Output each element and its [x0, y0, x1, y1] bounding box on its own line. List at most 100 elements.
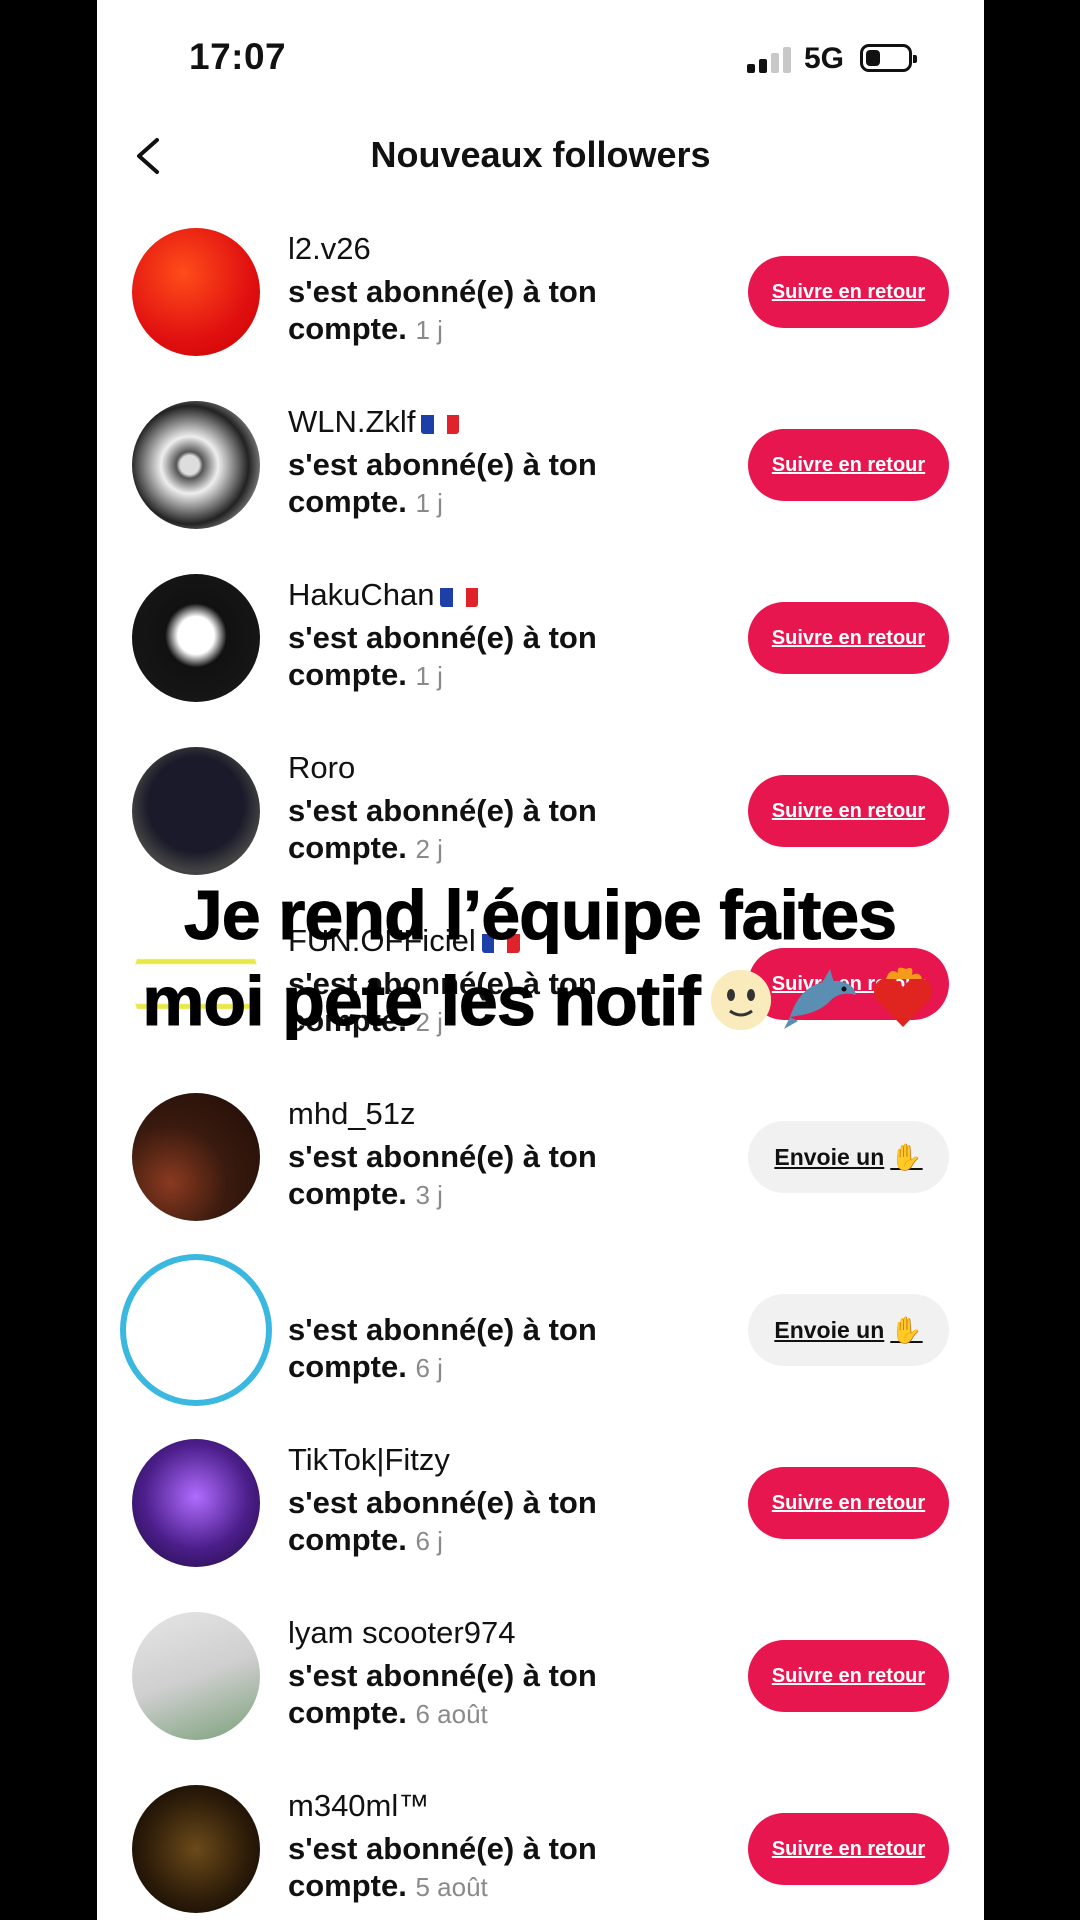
- follower-info: FUN.OFFiciel s'est abonné(e) à ton compte…: [288, 920, 658, 1041]
- avatar[interactable]: [132, 1439, 260, 1567]
- follow-back-button[interactable]: Suivre en retour: [748, 1467, 949, 1539]
- username[interactable]: TikTok|Fitzy: [288, 1439, 658, 1481]
- follower-info: mhd_51z s'est abonné(e) à ton compte. 3 j: [288, 1093, 658, 1214]
- france-flag-icon: [481, 928, 520, 953]
- timestamp: 1 j: [415, 315, 443, 345]
- follow-description: s'est abonné(e) à ton compte. 6 j: [288, 1484, 658, 1560]
- follow-description: s'est abonné(e) à ton compte. 1 j: [288, 446, 658, 522]
- follower-info: s'est abonné(e) à ton compte. 6 j: [288, 1266, 658, 1387]
- page-title: Nouveaux followers: [370, 134, 711, 175]
- follow-back-button[interactable]: Suivre en retour: [748, 948, 949, 1020]
- follower-info: l2.v26 s'est abonné(e) à ton compte. 1 j: [288, 228, 658, 349]
- follower-row[interactable]: TikTok|Fitzy s'est abonné(e) à ton compte…: [97, 1439, 984, 1612]
- follower-info: lyam scooter974 s'est abonné(e) à ton com…: [288, 1612, 658, 1733]
- follow-description: s'est abonné(e) à ton compte. 2 j: [288, 792, 658, 868]
- username-text: HakuChan: [288, 577, 435, 612]
- send-wave-button[interactable]: Envoie un ✋: [748, 1121, 949, 1193]
- follow-back-button[interactable]: Suivre en retour: [748, 1813, 949, 1885]
- button-label: Suivre en retour: [771, 1837, 926, 1860]
- page-header: Nouveaux followers: [97, 120, 984, 192]
- follow-description: s'est abonné(e) à ton compte. 2 j: [288, 965, 658, 1041]
- follower-row[interactable]: mhd_51z s'est abonné(e) à ton compte. 3 j…: [97, 1093, 984, 1266]
- username-text: lyam scooter974: [288, 1615, 516, 1650]
- timestamp: 3 j: [415, 1180, 443, 1210]
- follow-description: s'est abonné(e) à ton compte. 5 août: [288, 1830, 658, 1906]
- button-label: Envoie un: [774, 1143, 885, 1170]
- follower-info: HakuChan s'est abonné(e) à ton compte. 1 …: [288, 574, 658, 695]
- timestamp: 2 j: [415, 1007, 443, 1037]
- username-text: TikTok|Fitzy: [288, 1442, 450, 1477]
- username[interactable]: FUN.OFFiciel: [288, 920, 658, 962]
- avatar[interactable]: [132, 574, 260, 702]
- avatar[interactable]: [132, 747, 260, 875]
- follow-back-button[interactable]: Suivre en retour: [748, 256, 949, 328]
- follower-row[interactable]: Roro s'est abonné(e) à ton compte. 2 j Sui…: [97, 747, 984, 920]
- username[interactable]: HakuChan: [288, 574, 658, 616]
- follower-row[interactable]: m340ml™ s'est abonné(e) à ton compte. 5 a…: [97, 1785, 984, 1920]
- timestamp: 5 août: [415, 1872, 488, 1902]
- follow-back-button[interactable]: Suivre en retour: [748, 602, 949, 674]
- avatar[interactable]: [132, 920, 260, 1048]
- follower-row[interactable]: l2.v26 s'est abonné(e) à ton compte. 1 j S…: [97, 228, 984, 401]
- follow-back-button[interactable]: Suivre en retour: [748, 429, 949, 501]
- avatar[interactable]: [132, 1093, 260, 1221]
- username-text: Roro: [288, 750, 356, 785]
- follower-row[interactable]: s'est abonné(e) à ton compte. 6 j Envoie …: [97, 1266, 984, 1439]
- follower-row[interactable]: lyam scooter974 s'est abonné(e) à ton com…: [97, 1612, 984, 1785]
- avatar[interactable]: [132, 228, 260, 356]
- button-label: Suivre en retour: [771, 280, 926, 303]
- send-wave-button[interactable]: Envoie un ✋: [748, 1294, 949, 1366]
- button-label: Suivre en retour: [771, 1491, 926, 1514]
- france-flag-icon: [421, 409, 460, 434]
- waving-hand-icon: ✋: [890, 1141, 923, 1172]
- timestamp: 6 j: [415, 1526, 443, 1556]
- avatar[interactable]: [132, 401, 260, 529]
- avatar[interactable]: [132, 1785, 260, 1913]
- timestamp: 6 août: [415, 1699, 488, 1729]
- username[interactable]: m340ml™: [288, 1785, 658, 1827]
- follow-description: s'est abonné(e) à ton compte. 1 j: [288, 273, 658, 349]
- username-text: mhd_51z: [288, 1096, 416, 1131]
- button-label: Envoie un: [774, 1316, 885, 1343]
- timestamp: 2 j: [415, 834, 443, 864]
- username[interactable]: l2.v26: [288, 228, 658, 270]
- username[interactable]: lyam scooter974: [288, 1612, 658, 1654]
- follower-info: WLN.Zklf s'est abonné(e) à ton compte. 1 …: [288, 401, 658, 522]
- follow-back-button[interactable]: Suivre en retour: [748, 775, 949, 847]
- signal-icon: [747, 47, 793, 73]
- waving-hand-icon: ✋: [890, 1314, 923, 1345]
- username[interactable]: [288, 1266, 658, 1308]
- follower-info: Roro s'est abonné(e) à ton compte. 2 j: [288, 747, 658, 868]
- battery-icon: [860, 44, 917, 72]
- avatar[interactable]: [132, 1612, 260, 1740]
- avatar[interactable]: [132, 1266, 260, 1394]
- button-label: Suivre en retour: [771, 799, 926, 822]
- button-label: Suivre en retour: [771, 972, 926, 995]
- username-text: WLN.Zklf: [288, 404, 416, 439]
- follow-description: s'est abonné(e) à ton compte. 3 j: [288, 1138, 658, 1214]
- follow-back-button[interactable]: Suivre en retour: [748, 1640, 949, 1712]
- follower-row[interactable]: FUN.OFFiciel s'est abonné(e) à ton compte…: [97, 920, 984, 1093]
- follow-description: s'est abonné(e) à ton compte. 6 août: [288, 1657, 658, 1733]
- username-text: l2.v26: [288, 231, 371, 266]
- username[interactable]: Roro: [288, 747, 658, 789]
- network-label: 5G: [804, 42, 845, 75]
- button-label: Suivre en retour: [771, 453, 926, 476]
- follower-row[interactable]: WLN.Zklf s'est abonné(e) à ton compte. 1 …: [97, 401, 984, 574]
- timestamp: 1 j: [415, 661, 443, 691]
- status-bar: 17:07 5G: [97, 0, 984, 120]
- france-flag-icon: [440, 582, 479, 607]
- username[interactable]: mhd_51z: [288, 1093, 658, 1135]
- follow-description: s'est abonné(e) à ton compte. 1 j: [288, 619, 658, 695]
- follower-info: m340ml™ s'est abonné(e) à ton compte. 5 a…: [288, 1785, 658, 1906]
- username-text: m340ml™: [288, 1788, 430, 1823]
- status-time: 17:07: [189, 36, 287, 77]
- button-label: Suivre en retour: [771, 626, 926, 649]
- timestamp: 1 j: [415, 488, 443, 518]
- username-text: FUN.OFFiciel: [288, 923, 476, 958]
- phone-screen: 17:07 5G Nouveaux followers l2.v26 s'est …: [97, 0, 984, 1920]
- username[interactable]: WLN.Zklf: [288, 401, 658, 443]
- follower-info: TikTok|Fitzy s'est abonné(e) à ton compte…: [288, 1439, 658, 1560]
- follower-row[interactable]: HakuChan s'est abonné(e) à ton compte. 1 …: [97, 574, 984, 747]
- timestamp: 6 j: [415, 1353, 443, 1383]
